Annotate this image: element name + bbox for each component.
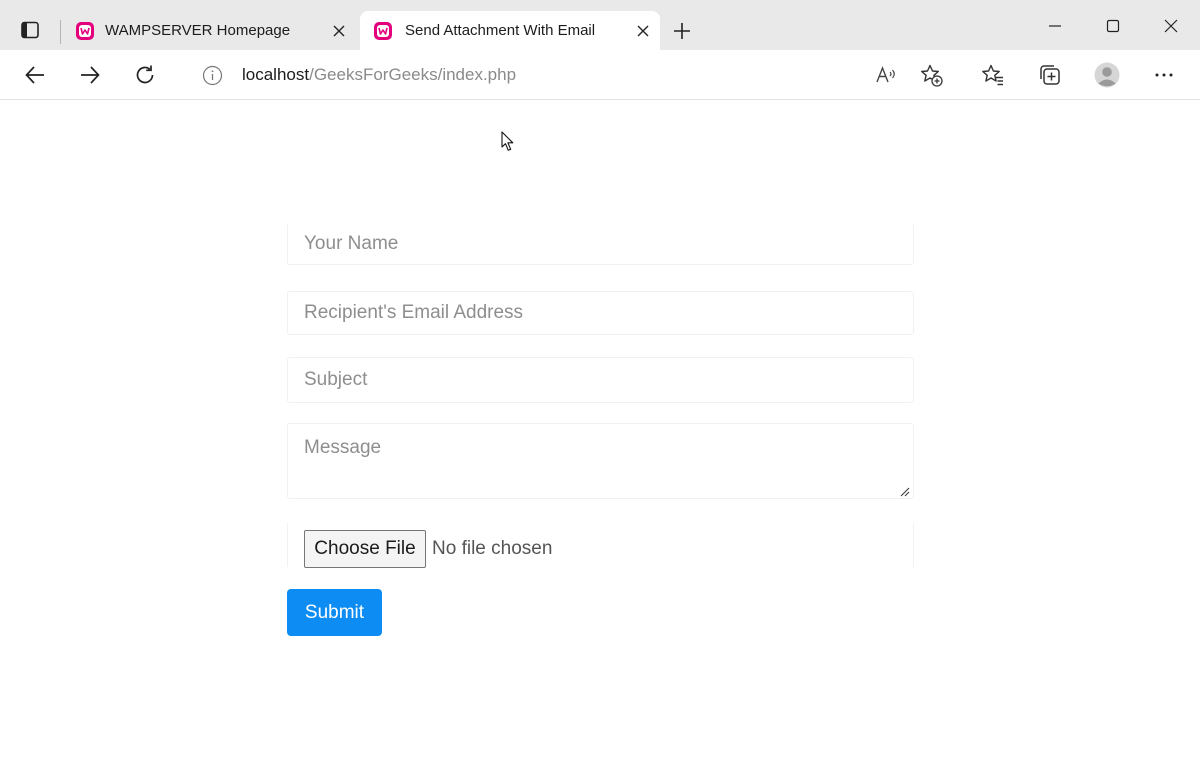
page-content: Choose File No file chosen Submit [0,101,1200,768]
site-info-icon[interactable] [202,65,223,86]
back-button[interactable] [19,59,51,91]
choose-file-button[interactable]: Choose File [304,530,426,568]
tab-actions-button[interactable] [14,14,46,46]
file-status-text: No file chosen [432,538,553,559]
minimize-icon [1049,25,1061,27]
window-close-icon [1164,19,1178,33]
tab-title: Send Attachment With Email [405,22,596,39]
close-icon [333,25,345,37]
favorites-button[interactable] [977,59,1009,91]
url-path: /GeeksForGeeks/index.php [309,65,517,84]
read-aloud-button[interactable] [870,59,902,91]
address-bar[interactable]: localhost/GeeksForGeeks/index.php [242,65,516,85]
wampserver-icon [374,22,392,40]
new-tab-icon [674,23,690,39]
reload-button[interactable] [129,59,161,91]
resize-handle-icon[interactable] [899,486,910,497]
forward-arrow-icon [81,66,100,84]
profile-icon [1094,62,1120,88]
mouse-cursor-icon [501,131,514,151]
file-attachment-field: Choose File No file chosen [287,523,914,568]
maximize-icon [1106,19,1120,33]
add-favorite-button[interactable] [915,59,947,91]
close-tab-button[interactable] [330,22,348,40]
more-button[interactable] [1148,59,1180,91]
more-icon [1155,73,1173,77]
tab-send-attachment-with-email[interactable]: Send Attachment With Email [360,11,660,50]
message-textarea[interactable] [287,423,914,499]
submit-button[interactable]: Submit [287,589,382,636]
recipient-email-input[interactable] [287,291,914,335]
browser-toolbar: localhost/GeeksForGeeks/index.php [0,50,1200,100]
subject-input[interactable] [287,357,914,403]
tab-separator [60,20,61,44]
maximize-button[interactable] [1091,4,1135,48]
reload-icon [136,65,154,84]
window-close-button[interactable] [1149,4,1193,48]
add-favorite-icon [921,64,943,87]
wampserver-icon [76,22,94,40]
read-aloud-icon [876,66,895,83]
minimize-button[interactable] [1033,4,1077,48]
favorites-icon [982,64,1003,86]
url-host: localhost [242,65,310,84]
collections-icon [1040,65,1060,85]
tab-wampserver-homepage[interactable]: WAMPSERVER Homepage [64,11,356,50]
tab-title: WAMPSERVER Homepage [105,22,291,39]
close-icon [637,25,649,37]
back-arrow-icon [25,66,44,84]
browser-tab-strip: WAMPSERVER Homepage Send Attachment With… [0,0,1200,50]
new-tab-button[interactable] [666,15,698,47]
forward-button[interactable] [74,59,106,91]
close-tab-button[interactable] [634,22,652,40]
profile-button[interactable] [1091,59,1123,91]
collections-button[interactable] [1034,59,1066,91]
tab-actions-icon [21,21,39,39]
name-input[interactable] [287,223,914,265]
